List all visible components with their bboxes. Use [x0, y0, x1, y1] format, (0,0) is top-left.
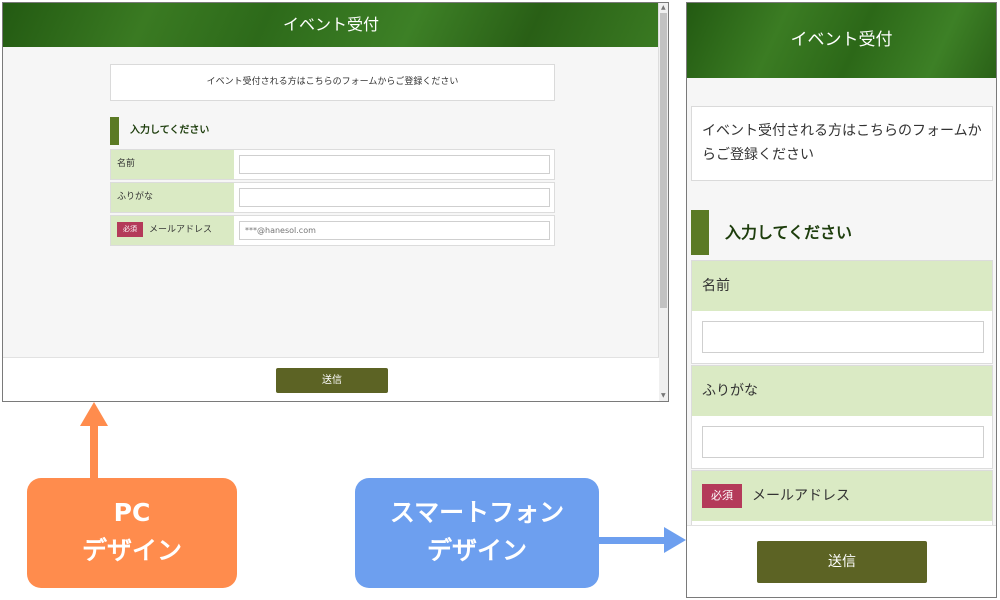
- pc-up-arrow-icon: [80, 402, 108, 478]
- pc-callout-line1: PC: [113, 498, 151, 527]
- sp-callout-line1: スマートフォン: [389, 498, 565, 527]
- sp-right-arrow-icon: [599, 527, 686, 553]
- sp-callout-line2: デザイン: [426, 536, 527, 565]
- pc-callout-line2: デザイン: [81, 536, 182, 565]
- smartphone-design-callout: スマートフォン デザイン: [355, 478, 599, 588]
- pc-design-callout: PC デザイン: [27, 478, 237, 588]
